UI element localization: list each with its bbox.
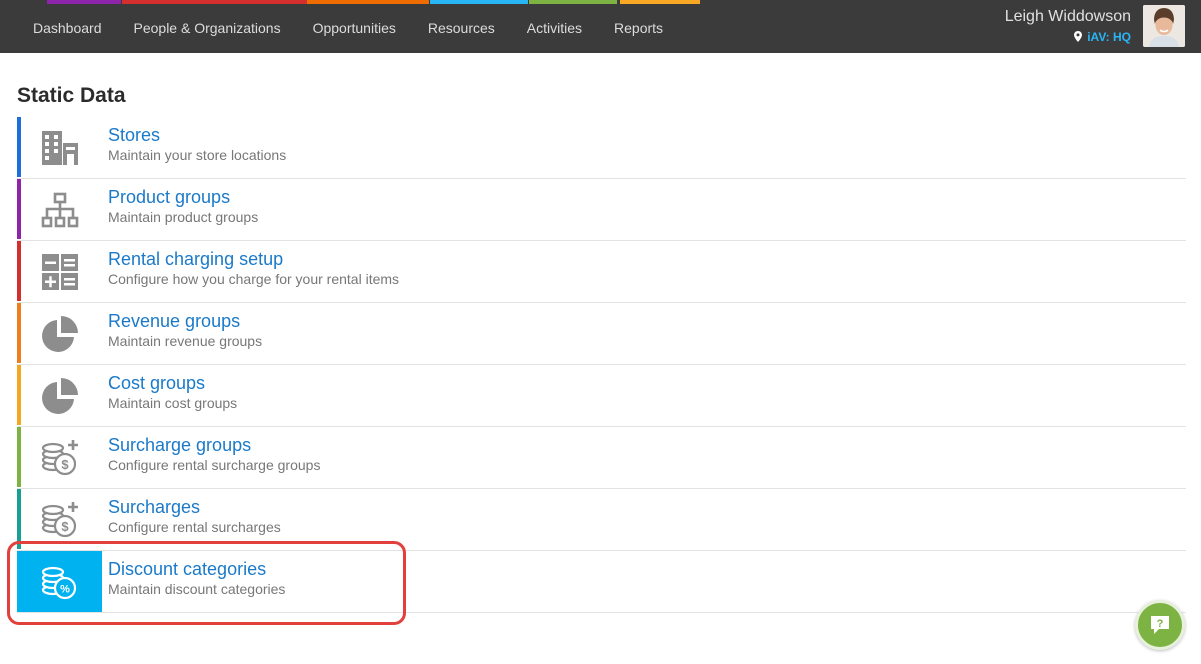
list-item-surcharge-groups[interactable]: $ Surcharge groups Configure rental surcha… bbox=[17, 427, 1186, 489]
pie-chart-icon bbox=[17, 303, 102, 364]
list-item-description: Maintain cost groups bbox=[108, 395, 238, 411]
list-item-description: Maintain revenue groups bbox=[108, 333, 263, 349]
list-item-title[interactable]: Discount categories bbox=[108, 558, 266, 580]
list-item-title[interactable]: Stores bbox=[108, 124, 160, 146]
list-item-title[interactable]: Product groups bbox=[108, 186, 230, 208]
list-item-product-groups[interactable]: Product groups Maintain product groups bbox=[17, 179, 1186, 241]
main-nav: Dashboard People & Organizations Opportuni… bbox=[17, 0, 679, 53]
list-item-rental-charging-setup[interactable]: Rental charging setup Configure how you c… bbox=[17, 241, 1186, 303]
page-title: Static Data bbox=[17, 84, 126, 107]
nav-item-reports[interactable]: Reports bbox=[598, 0, 679, 55]
hierarchy-icon bbox=[17, 179, 102, 240]
list-item-description: Configure rental surcharges bbox=[108, 519, 281, 535]
list-item-title[interactable]: Surcharges bbox=[108, 496, 200, 518]
list-item-description: Maintain your store locations bbox=[108, 147, 287, 163]
svg-text:$: $ bbox=[61, 519, 69, 534]
user-info[interactable]: Leigh Widdowson iAV: HQ bbox=[1005, 7, 1131, 44]
nav-item-resources[interactable]: Resources bbox=[412, 0, 511, 55]
coins-plus-icon: $ bbox=[17, 489, 102, 550]
list-item-title[interactable]: Revenue groups bbox=[108, 310, 240, 332]
svg-text:$: $ bbox=[61, 457, 69, 472]
list-item-description: Maintain discount categories bbox=[108, 581, 286, 597]
svg-text:%: % bbox=[60, 583, 70, 595]
list-item-title[interactable]: Surcharge groups bbox=[108, 434, 251, 456]
coins-plus-icon: $ bbox=[17, 427, 102, 488]
help-chat-icon: ? bbox=[1151, 616, 1169, 634]
list-item-description: Configure how you charge for your rental… bbox=[108, 271, 400, 287]
list-item-cost-groups[interactable]: Cost groups Maintain cost groups bbox=[17, 365, 1186, 427]
pie-chart-icon bbox=[17, 365, 102, 426]
coins-percent-icon: % bbox=[17, 551, 102, 612]
user-location[interactable]: iAV: HQ bbox=[1005, 30, 1131, 44]
list-item-revenue-groups[interactable]: Revenue groups Maintain revenue groups bbox=[17, 303, 1186, 365]
top-navigation-bar: Dashboard People & Organizations Opportuni… bbox=[0, 0, 1201, 53]
building-icon bbox=[17, 117, 102, 178]
nav-item-dashboard[interactable]: Dashboard bbox=[17, 0, 118, 55]
list-item-stores[interactable]: Stores Maintain your store locations bbox=[17, 117, 1186, 179]
list-item-title[interactable]: Cost groups bbox=[108, 372, 205, 394]
static-data-list: Stores Maintain your store locations Produ… bbox=[17, 117, 1186, 613]
list-item-discount-categories[interactable]: % Discount categories Maintain discount ca… bbox=[17, 551, 1186, 613]
avatar[interactable] bbox=[1143, 5, 1185, 47]
nav-item-opportunities[interactable]: Opportunities bbox=[297, 0, 412, 55]
nav-item-activities[interactable]: Activities bbox=[511, 0, 598, 55]
user-name: Leigh Widdowson bbox=[1004, 8, 1131, 25]
map-pin-icon bbox=[1074, 31, 1083, 42]
nav-item-people-organizations[interactable]: People & Organizations bbox=[118, 0, 297, 55]
calculator-icon bbox=[17, 241, 102, 302]
help-glyph: ? bbox=[1157, 618, 1164, 630]
list-item-description: Maintain product groups bbox=[108, 209, 259, 225]
user-location-label: iAV: HQ bbox=[1087, 30, 1131, 44]
list-item-title[interactable]: Rental charging setup bbox=[108, 248, 283, 270]
avatar-image bbox=[1143, 5, 1185, 47]
help-button[interactable]: ? bbox=[1135, 600, 1185, 650]
list-item-description: Configure rental surcharge groups bbox=[108, 457, 321, 473]
list-item-surcharges[interactable]: $ Surcharges Configure rental surcharges bbox=[17, 489, 1186, 551]
